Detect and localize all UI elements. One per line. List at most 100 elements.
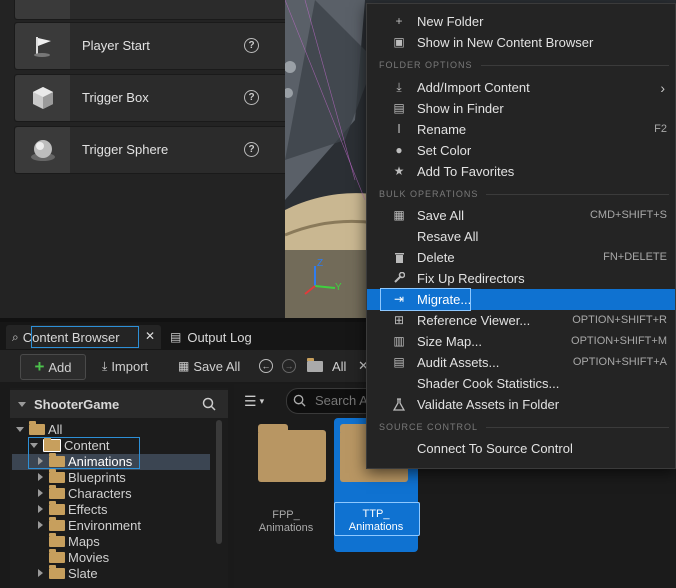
forward-button[interactable]: → — [282, 354, 296, 378]
tree-label: All — [48, 421, 63, 437]
menu-item-show-in-finder[interactable]: ▤ Show in Finder — [367, 98, 675, 119]
asset-name: FPP_ Animations — [258, 509, 314, 534]
folder-icon — [258, 424, 326, 482]
wrench-icon — [392, 271, 406, 285]
menu-item-size-map[interactable]: ▥ Size Map... OPTION+SHIFT+M — [367, 331, 675, 352]
close-icon[interactable]: ✕ — [145, 329, 155, 343]
menu-item-shader-cook-statistics[interactable]: Shader Cook Statistics... — [367, 373, 675, 394]
star-icon: ★ — [393, 164, 405, 178]
sources-scrollbar[interactable] — [216, 420, 222, 544]
menu-item-reference-viewer[interactable]: ⊞ Reference Viewer... OPTION+SHIFT+R — [367, 310, 675, 331]
tree-label: Maps — [68, 533, 100, 549]
actor-item-trigger-sphere[interactable]: Trigger Sphere ? — [14, 126, 297, 174]
add-label: Add — [48, 359, 72, 375]
tree-item-all[interactable]: All — [16, 420, 63, 437]
filter-button[interactable]: ☰ ▾ — [244, 388, 274, 414]
menu-label: Size Map... — [417, 334, 483, 349]
menu-item-delete[interactable]: Delete FN+DELETE — [367, 247, 675, 268]
collapse-icon[interactable] — [18, 402, 26, 407]
tab-output-log[interactable]: ▤ Output Log — [170, 325, 252, 349]
import-button[interactable]: ⤓ Import — [102, 354, 148, 378]
menu-item-audit-assets[interactable]: ▤ Audit Assets... OPTION+SHIFT+A — [367, 352, 675, 373]
menu-item-rename[interactable]: Ⅰ Rename F2 — [367, 119, 675, 140]
path-folder-icon[interactable] — [307, 354, 326, 378]
menu-label: Audit Assets... — [417, 355, 500, 370]
menu-label: Add To Favorites — [417, 164, 515, 179]
folder-context-menu: + New Folder ▣ Show in New Content Brows… — [366, 3, 676, 469]
tree-label: Blueprints — [68, 469, 126, 485]
menu-item-migrate[interactable]: ⇥ Migrate... — [367, 288, 675, 311]
rename-icon: Ⅰ — [397, 122, 401, 136]
menu-item-add-import-content[interactable]: ⤓ Add/Import Content › — [367, 77, 675, 98]
menu-section-source-control: SOURCE CONTROL — [379, 422, 669, 432]
trash-icon — [392, 251, 406, 264]
add-button[interactable]: + Add — [20, 354, 86, 380]
search-placeholder: Search A — [315, 393, 368, 408]
folder-icon — [49, 516, 65, 531]
save-all-label: Save All — [193, 358, 241, 374]
palette-icon: ● — [395, 143, 403, 157]
menu-item-validate-assets-in-folder[interactable]: Validate Assets in Folder — [367, 394, 675, 415]
search-icon — [293, 394, 306, 407]
expand-icon — [38, 569, 43, 577]
folder-icon — [29, 420, 45, 435]
actor-item-trigger-box[interactable]: Trigger Box ? — [14, 74, 297, 122]
tab-content-browser[interactable]: ⌕ Content Browser ✕ — [6, 325, 161, 349]
tree-item-environment[interactable]: Environment — [38, 516, 141, 533]
chevron-down-icon: ▾ — [259, 395, 265, 406]
cube-icon — [15, 75, 70, 121]
menu-label: Reference Viewer... — [417, 313, 531, 328]
folder-browser-icon: ▣ — [393, 35, 405, 49]
expand-icon — [38, 489, 43, 497]
menu-label: Show in New Content Browser — [417, 35, 594, 50]
tree-item-characters[interactable]: Characters — [38, 484, 132, 501]
menu-label: Validate Assets in Folder — [417, 397, 560, 412]
tree-label: Effects — [68, 501, 108, 517]
sources-title: ShooterGame — [34, 397, 120, 412]
menu-section-folder-options: FOLDER OPTIONS — [379, 60, 669, 70]
menu-item-add-to-favorites[interactable]: ★ Add To Favorites — [367, 161, 675, 182]
tree-item-maps[interactable]: Maps — [49, 532, 100, 549]
tree-item-movies[interactable]: Movies — [49, 548, 109, 565]
breadcrumb-all-label: All — [332, 358, 347, 374]
back-button[interactable]: ← — [259, 354, 273, 378]
back-arrow-icon: ← — [259, 359, 273, 373]
asset-name: TTP_ Animations — [348, 508, 404, 533]
asset-tile-fpp-animations[interactable]: FPP_ Animations — [244, 420, 328, 552]
search-icon[interactable] — [202, 397, 216, 411]
menu-item-new-folder[interactable]: + New Folder — [367, 11, 675, 32]
expand-icon — [38, 521, 43, 529]
folder-icon — [49, 452, 65, 467]
save-all-button[interactable]: ▦ Save All — [178, 354, 240, 378]
help-icon[interactable]: ? — [244, 38, 259, 53]
actor-label: Trigger Box — [82, 90, 149, 105]
menu-label: Rename — [417, 122, 467, 137]
menu-item-resave-all[interactable]: Resave All — [367, 226, 675, 247]
tree-item-blueprints[interactable]: Blueprints — [38, 468, 126, 485]
help-icon[interactable]: ? — [244, 90, 259, 105]
menu-item-show-in-new-content-browser[interactable]: ▣ Show in New Content Browser — [367, 32, 675, 53]
shortcut-label: CMD+SHIFT+S — [589, 209, 667, 221]
menu-item-set-color[interactable]: ● Set Color — [367, 140, 675, 161]
menu-item-fix-up-redirectors[interactable]: Fix Up Redirectors — [367, 268, 675, 289]
folder-icon — [49, 548, 65, 563]
actor-label: Player Start — [82, 38, 150, 53]
menu-label: Shader Cook Statistics... — [417, 376, 560, 391]
import-label: Import — [111, 358, 149, 374]
actor-item-partial[interactable] — [14, 0, 297, 20]
breadcrumb-all[interactable]: All — [332, 354, 346, 378]
tree-item-slate[interactable]: Slate — [38, 564, 98, 581]
sphere-icon — [15, 127, 70, 173]
help-icon[interactable]: ? — [244, 142, 259, 157]
tree-item-animations[interactable]: Animations — [38, 452, 132, 469]
menu-item-save-all[interactable]: ▦ Save All CMD+SHIFT+S — [367, 205, 675, 226]
filter-icon: ☰ — [244, 392, 257, 409]
reference-viewer-icon: ⊞ — [393, 313, 405, 327]
new-folder-icon: + — [395, 14, 403, 28]
menu-label: Delete — [417, 250, 455, 265]
actor-item-player-start[interactable]: Player Start ? — [14, 22, 297, 70]
sources-header[interactable]: ShooterGame — [10, 390, 228, 418]
tree-item-effects[interactable]: Effects — [38, 500, 108, 517]
chevron-right-icon: › — [660, 80, 665, 96]
menu-item-connect-to-source-control[interactable]: Connect To Source Control — [367, 438, 675, 459]
